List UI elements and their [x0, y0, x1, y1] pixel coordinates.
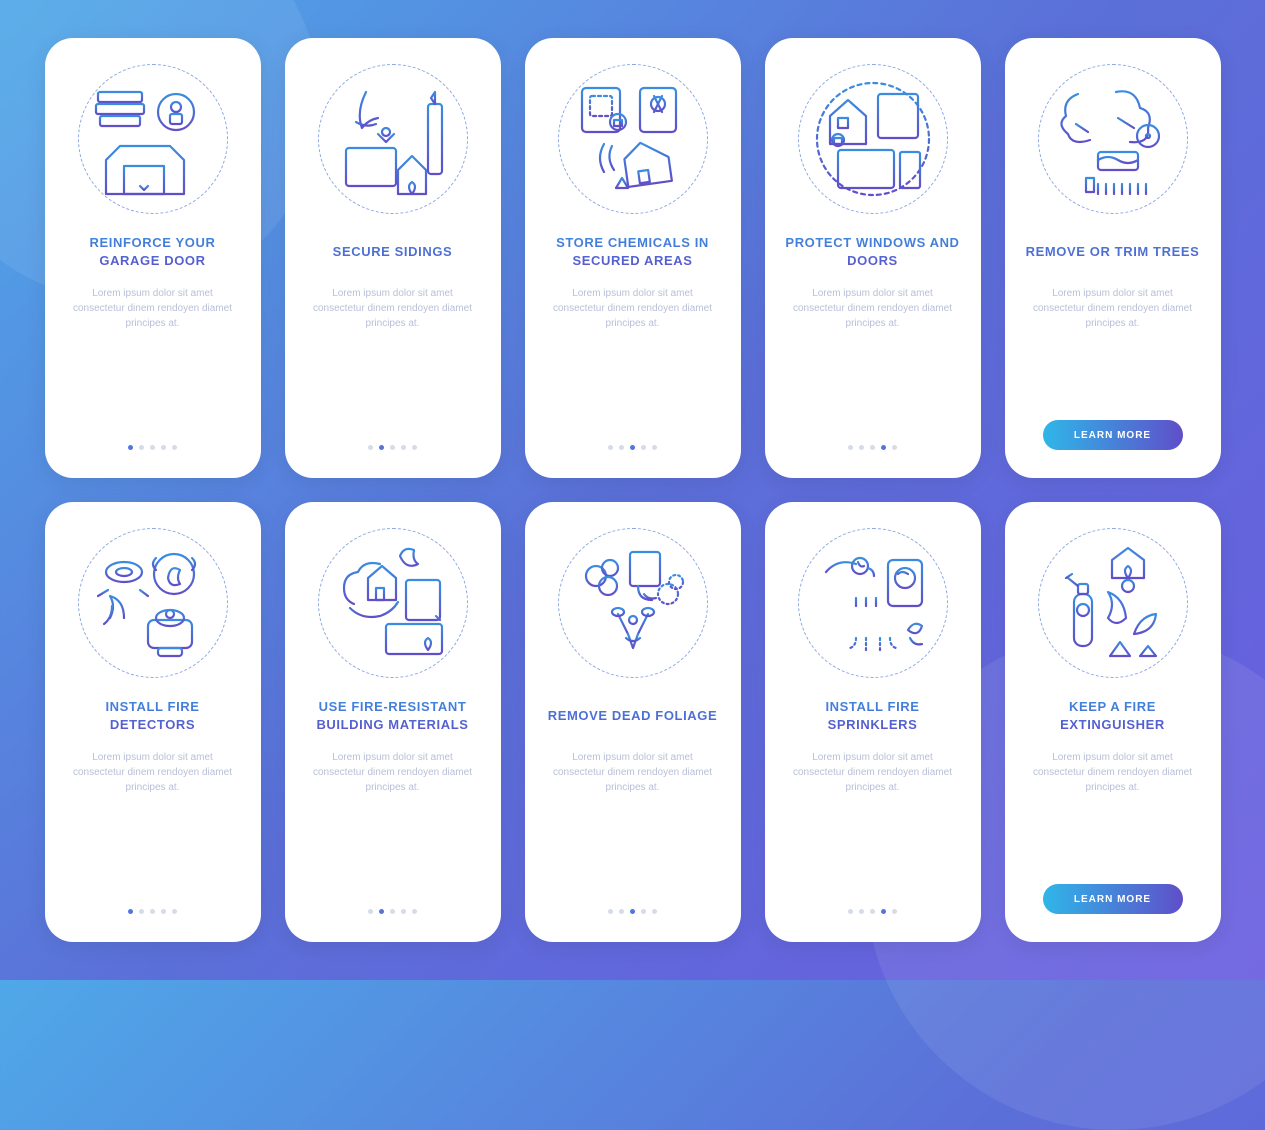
screen-title: PROTECT WINDOWS AND DOORS	[781, 234, 965, 270]
onboarding-screen-sidings: SECURE SIDINGS Lorem ipsum dolor sit amet…	[285, 38, 501, 478]
pagination-dots[interactable]	[848, 909, 897, 914]
pagination-dot[interactable]	[892, 909, 897, 914]
screen-body: Lorem ipsum dolor sit amet consectetur d…	[301, 750, 485, 901]
pagination-dot[interactable]	[172, 909, 177, 914]
pagination-dot[interactable]	[139, 909, 144, 914]
pagination-dot[interactable]	[608, 909, 613, 914]
chemicals-icon	[558, 64, 708, 214]
pagination-dot[interactable]	[150, 445, 155, 450]
onboarding-screen-materials: USE FIRE-RESISTANT BUILDING MATERIALS Lor…	[285, 502, 501, 942]
garage-icon	[78, 64, 228, 214]
pagination-dot[interactable]	[379, 909, 384, 914]
screen-title: STORE CHEMICALS IN SECURED AREAS	[541, 234, 725, 270]
screen-body: Lorem ipsum dolor sit amet consectetur d…	[541, 286, 725, 437]
pagination-dots[interactable]	[128, 909, 177, 914]
pagination-dot[interactable]	[870, 909, 875, 914]
onboarding-screen-windows: PROTECT WINDOWS AND DOORS Lorem ipsum dol…	[765, 38, 981, 478]
screen-title: INSTALL FIRE SPRINKLERS	[781, 698, 965, 734]
pagination-dot[interactable]	[881, 445, 886, 450]
screen-title: REMOVE DEAD FOLIAGE	[544, 698, 722, 734]
screen-body: Lorem ipsum dolor sit amet consectetur d…	[61, 750, 245, 901]
windows-icon	[798, 64, 948, 214]
pagination-dot[interactable]	[859, 909, 864, 914]
pagination-dot[interactable]	[128, 909, 133, 914]
screen-body: Lorem ipsum dolor sit amet consectetur d…	[1021, 750, 1205, 876]
pagination-dot[interactable]	[619, 909, 624, 914]
screen-title: USE FIRE-RESISTANT BUILDING MATERIALS	[301, 698, 485, 734]
onboarding-screen-trees: REMOVE OR TRIM TREES Lorem ipsum dolor si…	[1005, 38, 1221, 478]
pagination-dot[interactable]	[390, 445, 395, 450]
sprinklers-icon	[798, 528, 948, 678]
materials-icon	[318, 528, 468, 678]
pagination-dots[interactable]	[368, 909, 417, 914]
detectors-icon	[78, 528, 228, 678]
screen-title: REINFORCE YOUR GARAGE DOOR	[61, 234, 245, 270]
pagination-dot[interactable]	[641, 909, 646, 914]
pagination-dot[interactable]	[892, 445, 897, 450]
pagination-dot[interactable]	[128, 445, 133, 450]
pagination-dots[interactable]	[128, 445, 177, 450]
pagination-dot[interactable]	[619, 445, 624, 450]
screen-body: Lorem ipsum dolor sit amet consectetur d…	[1021, 286, 1205, 412]
pagination-dot[interactable]	[412, 445, 417, 450]
pagination-dot[interactable]	[412, 909, 417, 914]
pagination-dot[interactable]	[379, 445, 384, 450]
onboarding-screen-detectors: INSTALL FIRE DETECTORS Lorem ipsum dolor …	[45, 502, 261, 942]
onboarding-screen-sprinklers: INSTALL FIRE SPRINKLERS Lorem ipsum dolor…	[765, 502, 981, 942]
sidings-icon	[318, 64, 468, 214]
pagination-dot[interactable]	[630, 445, 635, 450]
pagination-dot[interactable]	[368, 445, 373, 450]
onboarding-screen-extinguisher: KEEP A FIRE EXTINGUISHER Lorem ipsum dolo…	[1005, 502, 1221, 942]
pagination-dot[interactable]	[390, 909, 395, 914]
pagination-dots[interactable]	[608, 909, 657, 914]
pagination-dot[interactable]	[139, 445, 144, 450]
pagination-dots[interactable]	[368, 445, 417, 450]
pagination-dots[interactable]	[608, 445, 657, 450]
onboarding-screen-garage: REINFORCE YOUR GARAGE DOOR Lorem ipsum do…	[45, 38, 261, 478]
screen-body: Lorem ipsum dolor sit amet consectetur d…	[541, 750, 725, 901]
onboarding-grid: REINFORCE YOUR GARAGE DOOR Lorem ipsum do…	[45, 38, 1221, 942]
pagination-dot[interactable]	[401, 445, 406, 450]
pagination-dot[interactable]	[368, 909, 373, 914]
screen-body: Lorem ipsum dolor sit amet consectetur d…	[781, 750, 965, 901]
learn-more-button[interactable]: LEARN MORE	[1043, 420, 1183, 450]
onboarding-screen-chemicals: STORE CHEMICALS IN SECURED AREAS Lorem ip…	[525, 38, 741, 478]
screen-title: INSTALL FIRE DETECTORS	[61, 698, 245, 734]
screen-body: Lorem ipsum dolor sit amet consectetur d…	[781, 286, 965, 437]
pagination-dots[interactable]	[848, 445, 897, 450]
pagination-dot[interactable]	[630, 909, 635, 914]
screen-title: KEEP A FIRE EXTINGUISHER	[1021, 698, 1205, 734]
pagination-dot[interactable]	[652, 909, 657, 914]
foliage-icon	[558, 528, 708, 678]
pagination-dot[interactable]	[652, 445, 657, 450]
learn-more-button[interactable]: LEARN MORE	[1043, 884, 1183, 914]
pagination-dot[interactable]	[161, 909, 166, 914]
pagination-dot[interactable]	[401, 909, 406, 914]
pagination-dot[interactable]	[161, 445, 166, 450]
pagination-dot[interactable]	[881, 909, 886, 914]
pagination-dot[interactable]	[848, 445, 853, 450]
trees-icon	[1038, 64, 1188, 214]
onboarding-screen-foliage: REMOVE DEAD FOLIAGE Lorem ipsum dolor sit…	[525, 502, 741, 942]
extinguisher-icon	[1038, 528, 1188, 678]
screen-title: REMOVE OR TRIM TREES	[1022, 234, 1204, 270]
pagination-dot[interactable]	[870, 445, 875, 450]
pagination-dot[interactable]	[172, 445, 177, 450]
screen-body: Lorem ipsum dolor sit amet consectetur d…	[61, 286, 245, 437]
pagination-dot[interactable]	[641, 445, 646, 450]
screen-body: Lorem ipsum dolor sit amet consectetur d…	[301, 286, 485, 437]
screen-title: SECURE SIDINGS	[329, 234, 457, 270]
pagination-dot[interactable]	[859, 445, 864, 450]
pagination-dot[interactable]	[150, 909, 155, 914]
pagination-dot[interactable]	[848, 909, 853, 914]
pagination-dot[interactable]	[608, 445, 613, 450]
